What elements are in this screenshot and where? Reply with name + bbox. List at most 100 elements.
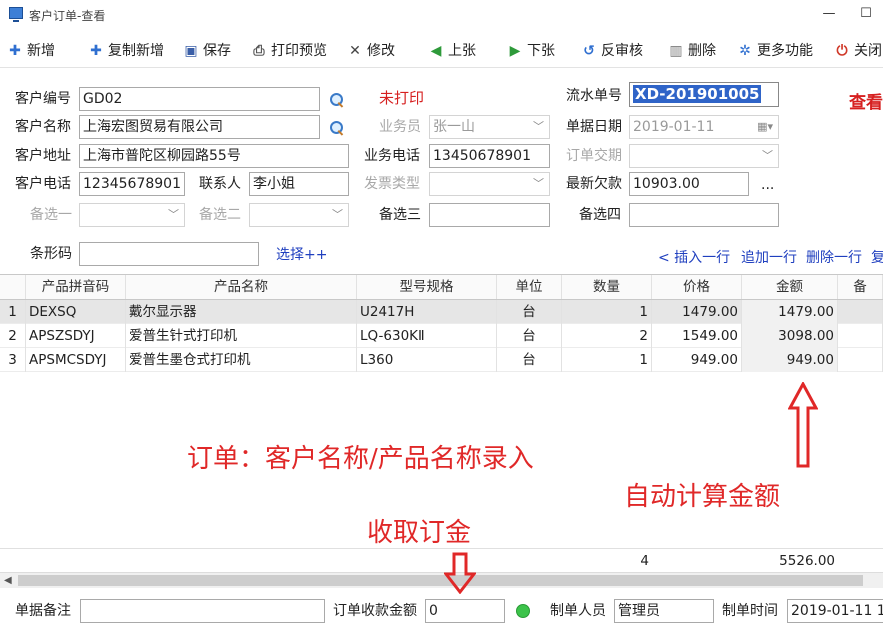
invoice-type-select[interactable]: ﹀	[429, 172, 550, 196]
table-row[interactable]: 2 APSZSDYJ 爱普生针式打印机 LQ-630KⅡ 台 2 1549.00 3098.0…	[0, 324, 883, 348]
remark-label: 单据备注	[15, 603, 71, 619]
cell-no[interactable]: 1	[0, 300, 26, 324]
doc-date-picker[interactable]: 2019-01-11 ▦▾	[629, 115, 779, 139]
cell-code[interactable]: APSZSDYJ	[26, 324, 126, 348]
cell-amount[interactable]: 949.00	[742, 348, 838, 372]
copynew-button[interactable]: ✚ 复制新增	[88, 41, 164, 61]
cell-model[interactable]: L360	[357, 348, 497, 372]
salesman-label: 业务员	[379, 119, 421, 135]
cell-no[interactable]: 2	[0, 324, 26, 348]
cell-price[interactable]: 1549.00	[652, 324, 742, 348]
chevron-down-icon: ﹀	[533, 120, 544, 133]
remark-field[interactable]	[80, 599, 325, 623]
more-row-link[interactable]: 复	[871, 248, 883, 268]
append-row-link[interactable]: 追加一行	[741, 248, 797, 268]
cell-qty[interactable]: 1	[562, 348, 652, 372]
cell-remark[interactable]	[838, 300, 883, 324]
col-header-amount[interactable]: 金额	[742, 275, 838, 299]
cell-code[interactable]: APSMCSDYJ	[26, 348, 126, 372]
arrow-down-icon	[444, 552, 476, 594]
cell-qty[interactable]: 2	[562, 324, 652, 348]
col-header-unit[interactable]: 单位	[497, 275, 562, 299]
serial-no-field[interactable]: XD-201901005	[629, 82, 779, 107]
maximize-button[interactable]: ☐	[855, 4, 877, 24]
total-amount: 5526.00	[779, 553, 835, 569]
customer-name-field[interactable]: 上海宏图贸易有限公司	[79, 115, 320, 139]
next-button[interactable]: ▶ 下张	[507, 41, 555, 61]
more-label: 更多功能	[757, 43, 813, 59]
cell-code[interactable]: DEXSQ	[26, 300, 126, 324]
cell-price[interactable]: 949.00	[652, 348, 742, 372]
prev-button[interactable]: ◀ 上张	[428, 41, 476, 61]
cell-qty[interactable]: 1	[562, 300, 652, 324]
horizontal-scrollbar[interactable]: ◀	[0, 572, 883, 588]
printer-icon: ⎙	[253, 43, 265, 59]
save-button[interactable]: ▣ 保存	[183, 41, 231, 61]
cell-name[interactable]: 戴尔显示器	[126, 300, 357, 324]
col-header-qty[interactable]: 数量	[562, 275, 652, 299]
close-button[interactable]: ⏻ 关闭	[834, 41, 882, 61]
grid-header: 产品拼音码 产品名称 型号规格 单位 数量 价格 金额 备	[0, 275, 883, 300]
cell-amount[interactable]: 3098.00	[742, 324, 838, 348]
delete-row-link[interactable]: 删除一行	[806, 248, 862, 268]
grid-total-row: 4 5526.00	[0, 548, 883, 572]
new-label: 新增	[27, 43, 55, 59]
cell-remark[interactable]	[838, 324, 883, 348]
customer-code-field[interactable]: GD02	[79, 87, 320, 111]
table-row[interactable]: 1 DEXSQ 戴尔显示器 U2417H 台 1 1479.00 1479.00	[0, 300, 883, 324]
edit-button[interactable]: ✕ 修改	[347, 41, 395, 61]
scroll-left-icon[interactable]: ◀	[4, 573, 12, 588]
opt2-select[interactable]: ﹀	[249, 203, 349, 227]
latest-debt-field[interactable]: 10903.00	[629, 172, 749, 196]
plus-icon: ✚	[90, 43, 102, 59]
next-label: 下张	[527, 43, 555, 59]
delete-button[interactable]: ▥ 删除	[668, 41, 716, 61]
cell-name[interactable]: 爱普生墨仓式打印机	[126, 348, 357, 372]
biz-phone-field[interactable]: 13450678901	[429, 144, 550, 168]
col-header-name[interactable]: 产品名称	[126, 275, 357, 299]
cell-unit[interactable]: 台	[497, 348, 562, 372]
more-button[interactable]: ✲ 更多功能	[737, 41, 813, 61]
select-products-link[interactable]: 选择++	[276, 245, 327, 265]
col-header-remark[interactable]: 备	[838, 275, 883, 299]
unaudit-button[interactable]: ↺ 反审核	[581, 41, 643, 61]
barcode-field[interactable]	[79, 242, 259, 266]
cell-model[interactable]: LQ-630KⅡ	[357, 324, 497, 348]
maker-field[interactable]: 管理员	[614, 599, 714, 623]
printpreview-button[interactable]: ⎙ 打印预览	[251, 41, 327, 61]
address-field[interactable]: 上海市普陀区柳园路55号	[79, 144, 349, 168]
serial-no-value: XD-201901005	[633, 85, 762, 103]
delivery-select[interactable]: ﹀	[629, 144, 779, 168]
minimize-button[interactable]: —	[818, 4, 840, 24]
insert-row-link[interactable]: < 插入一行	[658, 248, 730, 268]
cell-no[interactable]: 3	[0, 348, 26, 372]
salesman-select[interactable]: 张一山 ﹀	[429, 115, 550, 139]
cell-remark[interactable]	[838, 348, 883, 372]
latest-debt-more-button[interactable]: ...	[761, 175, 774, 195]
scrollbar-thumb[interactable]	[18, 575, 863, 586]
new-button[interactable]: ✚ 新增	[7, 41, 55, 61]
cell-unit[interactable]: 台	[497, 300, 562, 324]
col-header-code[interactable]: 产品拼音码	[26, 275, 126, 299]
col-header-model[interactable]: 型号规格	[357, 275, 497, 299]
table-row[interactable]: 3 APSMCSDYJ 爱普生墨仓式打印机 L360 台 1 949.00 949.00	[0, 348, 883, 372]
delete-label: 删除	[688, 43, 716, 59]
cell-amount[interactable]: 1479.00	[742, 300, 838, 324]
customer-name-search-icon[interactable]	[329, 120, 345, 136]
contact-field[interactable]: 李小姐	[249, 172, 349, 196]
opt4-field[interactable]	[629, 203, 779, 227]
cell-price[interactable]: 1479.00	[652, 300, 742, 324]
col-header-price[interactable]: 价格	[652, 275, 742, 299]
deposit-field[interactable]: 0	[425, 599, 505, 623]
make-time-field[interactable]: 2019-01-11 15	[787, 599, 883, 623]
opt3-field[interactable]	[429, 203, 550, 227]
cell-model[interactable]: U2417H	[357, 300, 497, 324]
doc-date-label: 单据日期	[566, 119, 622, 135]
cell-name[interactable]: 爱普生针式打印机	[126, 324, 357, 348]
customer-code-label: 客户编号	[15, 91, 71, 107]
arrow-right-icon: ▶	[509, 43, 521, 59]
cell-unit[interactable]: 台	[497, 324, 562, 348]
opt1-select[interactable]: ﹀	[79, 203, 185, 227]
phone-field[interactable]: 12345678901	[79, 172, 185, 196]
customer-code-search-icon[interactable]	[329, 92, 345, 108]
